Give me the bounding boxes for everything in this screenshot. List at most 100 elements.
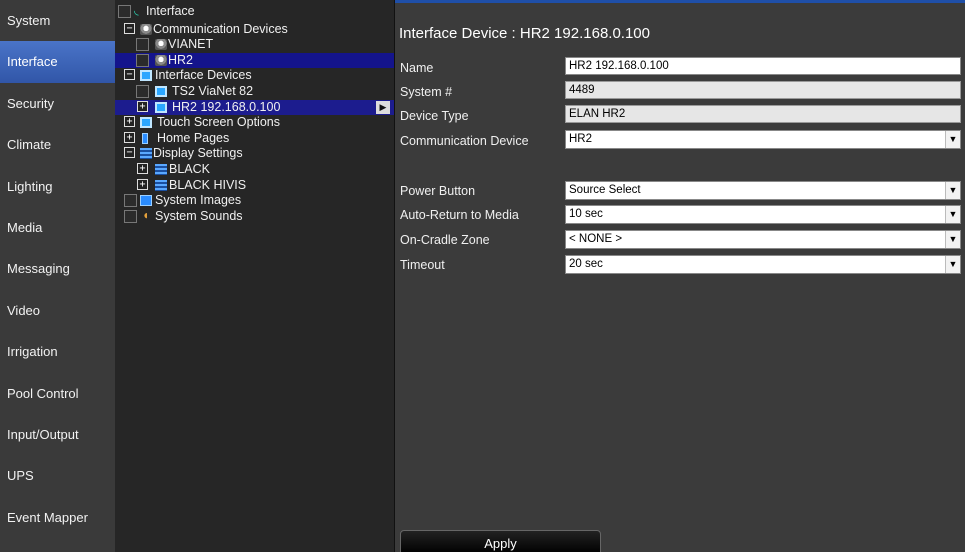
- interface-tree: ◟ Interface − Communication Devices VIAN…: [115, 0, 395, 552]
- tree-item-label: HR2: [168, 52, 194, 67]
- tree-checkbox[interactable]: [136, 53, 149, 67]
- expand-icon[interactable]: +: [124, 131, 135, 143]
- app-window: System Interface Security Climate Lighti…: [0, 0, 965, 552]
- touch-screen-icon: [155, 85, 167, 97]
- tree-item-home-pages[interactable]: + Home Pages: [115, 131, 394, 147]
- display-settings-icon: [155, 163, 167, 175]
- interface-icon: ◟: [134, 3, 139, 17]
- chevron-down-icon[interactable]: ▼: [945, 182, 960, 199]
- tree-item-black-hivis[interactable]: + BLACK HIVIS: [115, 178, 394, 194]
- expand-icon[interactable]: +: [137, 162, 148, 174]
- tree-item-label: Touch Screen Options: [157, 115, 280, 130]
- device-properties-panel: Interface Device : HR2 192.168.0.100 Nam…: [395, 0, 965, 552]
- tree-checkbox[interactable]: [124, 194, 137, 208]
- tree-checkbox[interactable]: [118, 5, 131, 18]
- page-title: Interface Device : HR2 192.168.0.100: [399, 25, 650, 42]
- tree-item-label: VIANET: [168, 37, 214, 52]
- name-field[interactable]: HR2 192.168.0.100: [565, 57, 961, 75]
- tree-item-hr2-interface[interactable]: + HR2 192.168.0.100 ▶: [115, 99, 394, 116]
- chevron-down-icon[interactable]: ▼: [945, 256, 960, 273]
- timeout-value: 20 sec: [569, 258, 603, 270]
- tree-item-label: Communication Devices: [153, 21, 288, 36]
- chevron-down-icon[interactable]: ▼: [945, 231, 960, 248]
- auto-return-select[interactable]: 10 sec ▼: [565, 205, 961, 224]
- power-button-value: Source Select: [569, 184, 641, 196]
- tree-item-label: System Images: [155, 193, 242, 208]
- apply-button[interactable]: Apply: [400, 530, 601, 552]
- timeout-label: Timeout: [400, 258, 445, 272]
- communication-device-label: Communication Device: [400, 134, 529, 148]
- nav-item-security[interactable]: Security: [0, 83, 115, 124]
- home-page-icon: [142, 132, 148, 144]
- category-sidebar: System Interface Security Climate Lighti…: [0, 0, 115, 552]
- display-settings-icon: [140, 148, 152, 160]
- system-number-value: 4489: [565, 81, 961, 99]
- tree-item-system-images[interactable]: System Images: [115, 193, 394, 209]
- nav-item-climate[interactable]: Climate: [0, 124, 115, 165]
- power-button-label: Power Button: [400, 184, 476, 198]
- nav-item-input-output[interactable]: Input/Output: [0, 414, 115, 455]
- tree-item-black[interactable]: + BLACK: [115, 162, 394, 178]
- tree-item-label: System Sounds: [155, 208, 243, 223]
- touch-screen-icon: [140, 117, 152, 129]
- communication-device-select[interactable]: HR2 ▼: [565, 130, 961, 149]
- nav-item-system[interactable]: System: [0, 0, 115, 41]
- name-label: Name: [400, 61, 434, 75]
- tree-item-hr2-comm[interactable]: HR2: [115, 52, 394, 69]
- nav-item-irrigation[interactable]: Irrigation: [0, 331, 115, 372]
- chevron-down-icon[interactable]: ▼: [945, 206, 960, 223]
- collapse-icon[interactable]: −: [124, 147, 135, 159]
- nav-item-media[interactable]: Media: [0, 207, 115, 248]
- touch-screen-icon: [140, 70, 152, 82]
- play-arrow-icon[interactable]: ▶: [376, 100, 390, 114]
- nav-item-lighting[interactable]: Lighting: [0, 166, 115, 207]
- nav-item-video[interactable]: Video: [0, 290, 115, 331]
- tree-checkbox[interactable]: [136, 38, 149, 52]
- tree-checkbox[interactable]: [136, 84, 149, 98]
- tree-item-label: Interface Devices: [155, 68, 252, 83]
- device-type-value: ELAN HR2: [565, 105, 961, 123]
- tree-item-interface-devices[interactable]: − Interface Devices: [115, 68, 394, 84]
- on-cradle-zone-select[interactable]: < NONE > ▼: [565, 230, 961, 249]
- device-type-label: Device Type: [400, 109, 469, 123]
- tree-item-ts2[interactable]: TS2 ViaNet 82: [115, 84, 394, 100]
- timeout-select[interactable]: 20 sec ▼: [565, 255, 961, 274]
- nav-item-event-mapper[interactable]: Event Mapper: [0, 497, 115, 538]
- on-cradle-zone-label: On-Cradle Zone: [400, 233, 490, 247]
- tree-item-label: Interface: [146, 4, 195, 18]
- tree-item-label: Home Pages: [157, 130, 230, 145]
- communication-device-icon: [155, 39, 167, 51]
- communication-device-value: HR2: [569, 133, 593, 145]
- communication-device-icon: [140, 23, 152, 35]
- tree-item-label: BLACK: [169, 161, 210, 176]
- nav-item-ups[interactable]: UPS: [0, 455, 115, 496]
- display-settings-icon: [155, 179, 167, 191]
- system-images-icon: [140, 195, 152, 207]
- tree-item-touch-screen-options[interactable]: + Touch Screen Options: [115, 115, 394, 131]
- power-button-select[interactable]: Source Select ▼: [565, 181, 961, 200]
- auto-return-value: 10 sec: [569, 208, 603, 220]
- tree-item-label: BLACK HIVIS: [169, 177, 247, 192]
- communication-device-icon: [155, 54, 167, 66]
- collapse-icon[interactable]: −: [124, 22, 135, 34]
- nav-item-pool-control[interactable]: Pool Control: [0, 373, 115, 414]
- tree-item-label: Display Settings: [153, 146, 243, 161]
- tree-item-vianet[interactable]: VIANET: [115, 37, 394, 53]
- system-number-label: System #: [400, 85, 453, 99]
- collapse-icon[interactable]: −: [124, 69, 135, 81]
- tree-item-system-sounds[interactable]: ◖ System Sounds: [115, 209, 394, 225]
- nav-item-messaging[interactable]: Messaging: [0, 248, 115, 289]
- chevron-down-icon[interactable]: ▼: [945, 131, 960, 148]
- expand-icon[interactable]: +: [137, 100, 148, 112]
- expand-icon[interactable]: +: [137, 178, 148, 190]
- nav-item-interface[interactable]: Interface: [0, 41, 115, 83]
- speaker-icon: ◖: [142, 207, 150, 222]
- tree-checkbox[interactable]: [124, 209, 137, 223]
- tree-item-label: TS2 ViaNet 82: [172, 83, 254, 98]
- touch-screen-icon: [155, 101, 167, 113]
- tree-item-display-settings[interactable]: − Display Settings: [115, 146, 394, 162]
- tree-item-label: HR2 192.168.0.100: [172, 99, 281, 114]
- expand-icon[interactable]: +: [124, 116, 135, 128]
- tree-item-interface[interactable]: ◟ Interface: [115, 4, 394, 20]
- tree-item-communication-devices[interactable]: − Communication Devices: [115, 22, 394, 38]
